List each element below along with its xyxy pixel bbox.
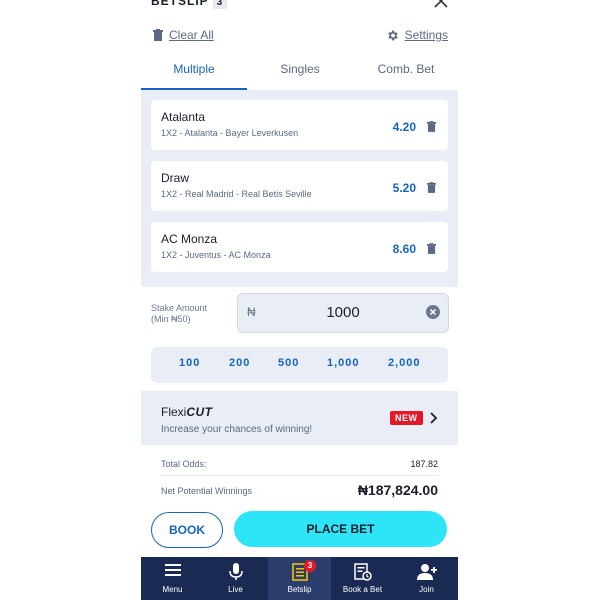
nav-label: Join	[419, 585, 434, 594]
place-bet-button[interactable]: PLACE BET	[234, 511, 447, 547]
quick-stake-500[interactable]: 500	[278, 357, 299, 369]
flexicut-banner[interactable]: FlexiCUT Increase your chances of winnin…	[141, 391, 458, 445]
bet-market: 1X2 -	[161, 189, 183, 199]
settings-label: Settings	[404, 28, 448, 42]
trash-icon[interactable]	[427, 119, 436, 137]
bet-type-tabs: Multiple Singles Comb. Bet	[141, 56, 458, 91]
betslip-header: BETSLIP 3	[141, 0, 458, 16]
bet-list: Atalanta 1X2 - Atalanta - Bayer Leverkus…	[141, 90, 458, 287]
new-badge: NEW	[390, 411, 423, 425]
bet-market-line: 1X2 - Atalanta - Bayer Leverkusen	[161, 128, 298, 138]
tab-singles[interactable]: Singles	[247, 56, 353, 88]
bet-market-line: 1X2 - Real Madrid - Real Betis Seville	[161, 189, 312, 199]
nav-label: Book a Bet	[342, 585, 383, 594]
total-odds-value: 187.82	[410, 459, 438, 469]
book-button[interactable]: BOOK	[151, 512, 223, 548]
tab-multiple[interactable]: Multiple	[141, 56, 247, 90]
nav-item-book-a-bet[interactable]: Book a Bet	[331, 557, 394, 600]
flexicut-description: Increase your chances of winning!	[161, 424, 313, 435]
betslip-title-text: BETSLIP	[151, 0, 209, 8]
betslip-toolbar: Clear All Settings	[141, 26, 458, 46]
net-winnings-label: Net Potential Winnings	[161, 486, 253, 496]
bet-item[interactable]: Draw 1X2 - Real Madrid - Real Betis Sevi…	[151, 161, 448, 211]
total-odds-row: Total Odds: 187.82	[161, 459, 438, 469]
nav-label: Betslip	[287, 585, 312, 594]
bet-match: Atalanta - Bayer Leverkusen	[184, 128, 299, 138]
bet-odds: 8.60	[392, 242, 416, 256]
stake-value: 1000	[326, 304, 360, 321]
chevron-right-icon	[430, 411, 438, 427]
stake-input[interactable]: ₦ 1000	[237, 293, 449, 333]
trash-icon	[153, 29, 163, 41]
betslip-panel: BETSLIP 3 Clear All Settings Multiple Sin…	[141, 0, 458, 600]
bet-selection: Atalanta	[161, 110, 206, 124]
nav-label: Live	[228, 585, 243, 594]
bottom-nav: Menu Live 3 Betslip Book a Bet Join	[141, 557, 458, 600]
stake-label-title: Stake Amount	[151, 303, 208, 313]
bet-match: Juventus - AC Monza	[185, 250, 271, 260]
nav-item-live[interactable]: Live	[204, 557, 267, 600]
clear-all-label: Clear All	[169, 28, 214, 42]
gear-icon	[388, 30, 398, 40]
net-winnings-value: ₦187,824.00	[357, 482, 438, 498]
stake-section: Stake Amount (Min ₦50) ₦ 1000	[141, 287, 458, 347]
nav-item-betslip[interactable]: 3 Betslip	[268, 557, 331, 600]
bet-selection: AC Monza	[161, 232, 218, 246]
flexicut-logo: FlexiCUT	[161, 405, 213, 419]
clear-all-button[interactable]: Clear All	[153, 28, 214, 42]
bet-market: 1X2 -	[161, 128, 183, 138]
betslip-title: BETSLIP 3	[151, 0, 228, 9]
quick-stake-200[interactable]: 200	[229, 357, 250, 369]
nav-item-menu[interactable]: Menu	[141, 557, 204, 600]
tab-comb-bet[interactable]: Comb. Bet	[353, 56, 459, 88]
trash-icon[interactable]	[427, 241, 436, 259]
stake-label: Stake Amount (Min ₦50)	[151, 303, 207, 325]
menu-icon	[141, 563, 204, 581]
book-bet-icon	[331, 563, 394, 581]
clear-input-icon[interactable]	[426, 305, 440, 324]
add-user-icon	[395, 563, 458, 581]
bet-market-line: 1X2 - Juventus - AC Monza	[161, 250, 271, 260]
quick-stake-bar: 100 200 500 1,000 2,000	[151, 347, 448, 383]
bet-odds: 5.20	[392, 181, 416, 195]
nav-item-join[interactable]: Join	[395, 557, 458, 600]
bet-selection: Draw	[161, 171, 190, 185]
microphone-icon	[204, 563, 267, 581]
betslip-nav-badge: 3	[304, 560, 316, 572]
bet-match: Real Madrid - Real Betis Seville	[185, 189, 312, 199]
divider	[161, 475, 438, 476]
bet-item[interactable]: AC Monza 1X2 - Juventus - AC Monza 8.60	[151, 222, 448, 272]
close-icon[interactable]	[434, 0, 448, 13]
bet-market: 1X2 -	[161, 250, 183, 260]
bet-odds: 4.20	[392, 120, 416, 134]
nav-label: Menu	[162, 585, 183, 594]
quick-stake-2000[interactable]: 2,000	[388, 357, 421, 369]
stake-label-min: (Min ₦50)	[151, 314, 191, 324]
net-winnings-row: Net Potential Winnings ₦187,824.00	[161, 482, 438, 498]
bet-item[interactable]: Atalanta 1X2 - Atalanta - Bayer Leverkus…	[151, 100, 448, 150]
betslip-count-badge: 3	[212, 0, 228, 9]
total-odds-label: Total Odds:	[161, 459, 207, 469]
quick-stake-100[interactable]: 100	[179, 357, 200, 369]
quick-stake-1000[interactable]: 1,000	[327, 357, 360, 369]
betslip-icon	[268, 563, 331, 581]
trash-icon[interactable]	[427, 180, 436, 198]
settings-button[interactable]: Settings	[386, 28, 448, 42]
